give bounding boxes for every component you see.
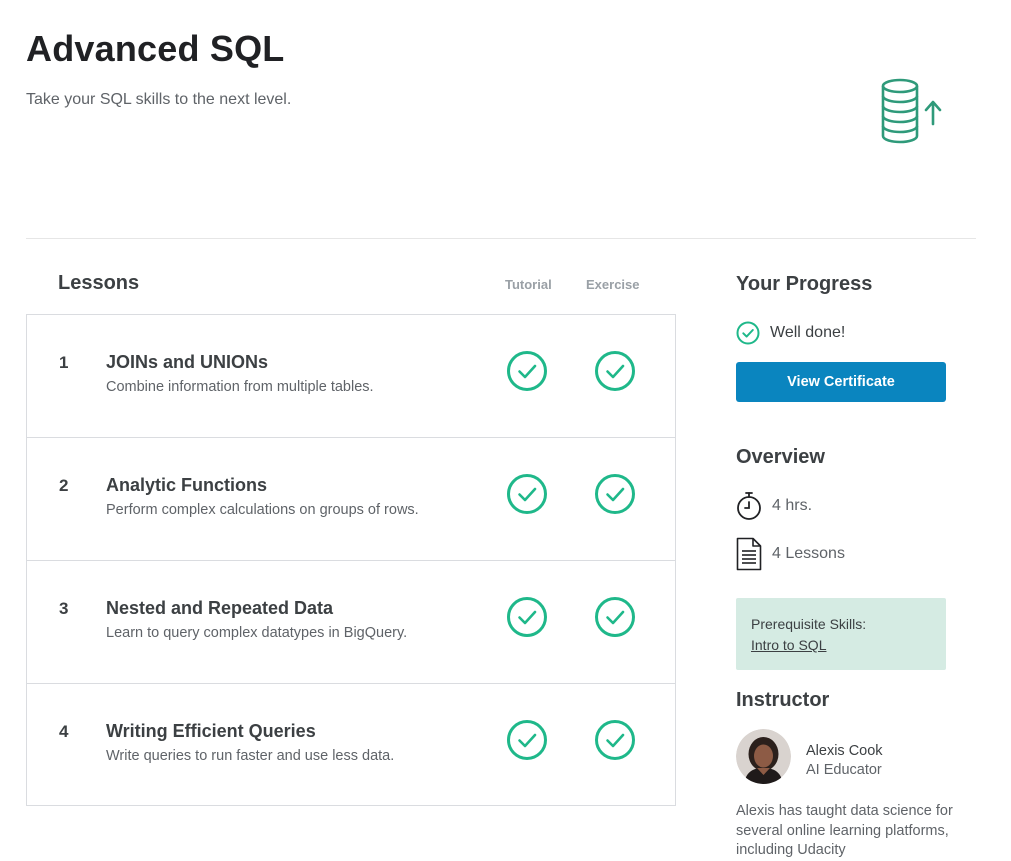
tutorial-column-header: Tutorial (505, 277, 552, 292)
instructor-heading: Instructor (736, 689, 830, 711)
avatar (736, 729, 791, 784)
section-divider (26, 238, 976, 239)
exercise-column-header: Exercise (586, 277, 640, 292)
tutorial-complete-check-icon[interactable] (506, 596, 548, 638)
lesson-row[interactable]: 1 JOINs and UNIONs Combine information f… (27, 315, 675, 438)
lesson-number: 2 (59, 476, 69, 495)
page-subtitle: Take your SQL skills to the next level. (26, 91, 292, 108)
exercise-complete-check-icon[interactable] (594, 350, 636, 392)
check-circle-icon (736, 321, 760, 345)
lesson-title[interactable]: Writing Efficient Queries (106, 721, 316, 742)
stopwatch-icon (737, 492, 761, 520)
lesson-number: 4 (59, 722, 69, 741)
lesson-title[interactable]: Analytic Functions (106, 475, 267, 496)
prerequisite-link[interactable]: Intro to SQL (751, 637, 826, 653)
lesson-description: Combine information from multiple tables… (106, 379, 374, 395)
tutorial-complete-check-icon[interactable] (506, 719, 548, 761)
exercise-complete-check-icon[interactable] (594, 473, 636, 515)
exercise-complete-check-icon[interactable] (594, 596, 636, 638)
tutorial-complete-check-icon[interactable] (506, 473, 548, 515)
lesson-number: 1 (59, 353, 69, 372)
exercise-complete-check-icon[interactable] (594, 719, 636, 761)
prerequisite-box: Prerequisite Skills: Intro to SQL (736, 598, 946, 670)
prerequisite-label: Prerequisite Skills: (751, 616, 867, 632)
document-icon (736, 537, 762, 571)
lesson-title[interactable]: Nested and Repeated Data (106, 598, 333, 619)
database-stack-up-arrow-icon (881, 78, 942, 144)
lesson-count: 4 Lessons (772, 545, 845, 562)
lessons-list: 1 JOINs and UNIONs Combine information f… (26, 314, 676, 806)
instructor-role: AI Educator (806, 762, 882, 778)
lesson-row[interactable]: 4 Writing Efficient Queries Write querie… (27, 684, 675, 805)
progress-heading: Your Progress (736, 273, 873, 295)
progress-status: Well done! (770, 324, 846, 341)
lesson-row[interactable]: 2 Analytic Functions Perform complex cal… (27, 438, 675, 561)
instructor-bio: Alexis has taught data science for sever… (736, 803, 953, 858)
view-certificate-button[interactable]: View Certificate (736, 362, 946, 402)
lesson-description: Perform complex calculations on groups o… (106, 502, 419, 518)
lessons-heading: Lessons (58, 272, 140, 294)
page-title: Advanced SQL (26, 28, 285, 69)
tutorial-complete-check-icon[interactable] (506, 350, 548, 392)
lesson-description: Write queries to run faster and use less… (106, 748, 395, 764)
instructor-name: Alexis Cook (806, 743, 883, 759)
lesson-number: 3 (59, 599, 69, 618)
lesson-title[interactable]: JOINs and UNIONs (106, 352, 268, 373)
lesson-description: Learn to query complex datatypes in BigQ… (106, 625, 408, 641)
overview-heading: Overview (736, 446, 825, 468)
lesson-row[interactable]: 3 Nested and Repeated Data Learn to quer… (27, 561, 675, 684)
course-duration: 4 hrs. (772, 497, 813, 514)
